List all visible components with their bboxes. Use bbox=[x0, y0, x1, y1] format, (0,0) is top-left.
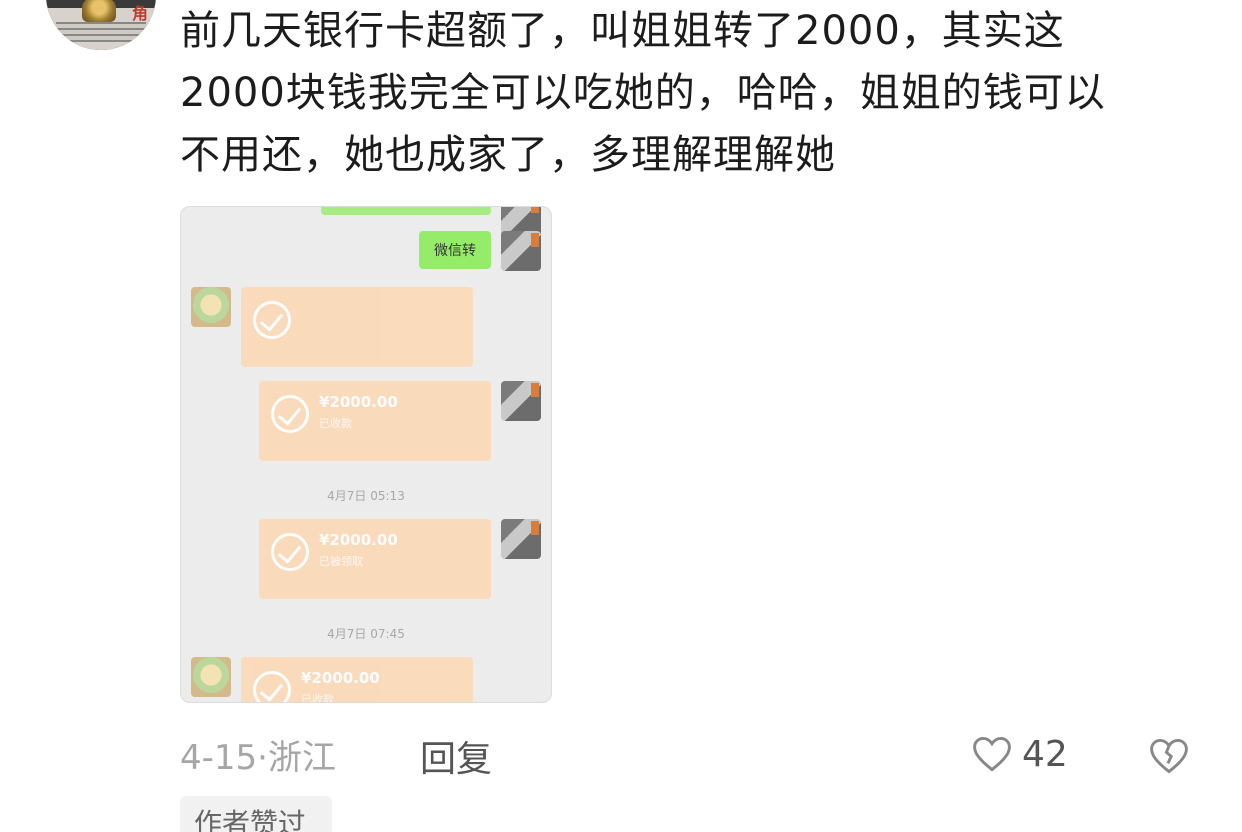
chat-avatar-sister bbox=[191, 287, 231, 327]
author-liked-badge: 作者赞过 bbox=[180, 796, 332, 832]
heart-outline-icon bbox=[973, 736, 1011, 772]
broken-heart-icon[interactable] bbox=[1146, 734, 1192, 778]
avatar-char: 角 bbox=[132, 4, 149, 23]
check-circle-icon bbox=[253, 671, 291, 702]
transfer-card: ¥2000.00 已收款 bbox=[241, 657, 473, 703]
comment-location: 浙江 bbox=[267, 738, 336, 778]
chat-timestamp: 4月7日 07:45 bbox=[327, 627, 405, 641]
meta-dot: · bbox=[257, 738, 268, 778]
transfer-status: 已被领取 bbox=[319, 555, 363, 568]
transfer-amount: ¥2000.00 bbox=[319, 531, 398, 549]
check-circle-icon bbox=[271, 395, 309, 433]
reply-button[interactable]: 回复 bbox=[420, 730, 492, 782]
transfer-card: ¥2000.00 已被领取 bbox=[259, 519, 491, 599]
chat-bubble-partial bbox=[321, 207, 491, 215]
avatar[interactable]: 角 bbox=[46, 0, 156, 50]
comment-line: 前几天银行卡超额了，叫姐姐转了2000，其实这 bbox=[180, 8, 1065, 54]
transfer-card: ¥2000.00 已收款 bbox=[259, 381, 491, 461]
avatar-pattern bbox=[56, 22, 146, 42]
check-circle-icon bbox=[253, 301, 291, 339]
chat-avatar-sister bbox=[191, 657, 231, 697]
comment-line: 2000块钱我完全可以吃她的，哈哈，姐姐的钱可以 bbox=[180, 70, 1106, 116]
chat-avatar-self bbox=[501, 519, 541, 559]
chat-timestamp: 4月7日 05:13 bbox=[327, 489, 405, 503]
transfer-amount: ¥2000.00 bbox=[319, 393, 398, 411]
like-button[interactable]: 42 bbox=[970, 732, 1068, 776]
attached-image[interactable]: 微信转 ¥2000.00 已收款 4月7日 05:13 ¥2000.00 已被领… bbox=[180, 206, 552, 703]
check-circle-icon bbox=[271, 533, 309, 571]
comment-date: 4-15 bbox=[180, 738, 258, 778]
transfer-status: 已收款 bbox=[301, 693, 334, 703]
like-count: 42 bbox=[1022, 733, 1068, 775]
comment-line: 不用还，她也成家了，多理解理解她 bbox=[180, 132, 836, 178]
comment-meta: 4-15·浙江 bbox=[180, 730, 336, 779]
transfer-status: 已收款 bbox=[319, 417, 352, 430]
comment-text: 前几天银行卡超额了，叫姐姐转了2000，其实这 2000块钱我完全可以吃她的，哈… bbox=[180, 0, 1220, 186]
transfer-amount: ¥2000.00 bbox=[301, 669, 380, 687]
avatar-ornament bbox=[82, 0, 116, 22]
chat-bubble-sent: 微信转 bbox=[419, 231, 491, 269]
chat-avatar-self bbox=[501, 381, 541, 421]
chat-avatar-self bbox=[501, 231, 541, 271]
transfer-card bbox=[241, 287, 473, 367]
